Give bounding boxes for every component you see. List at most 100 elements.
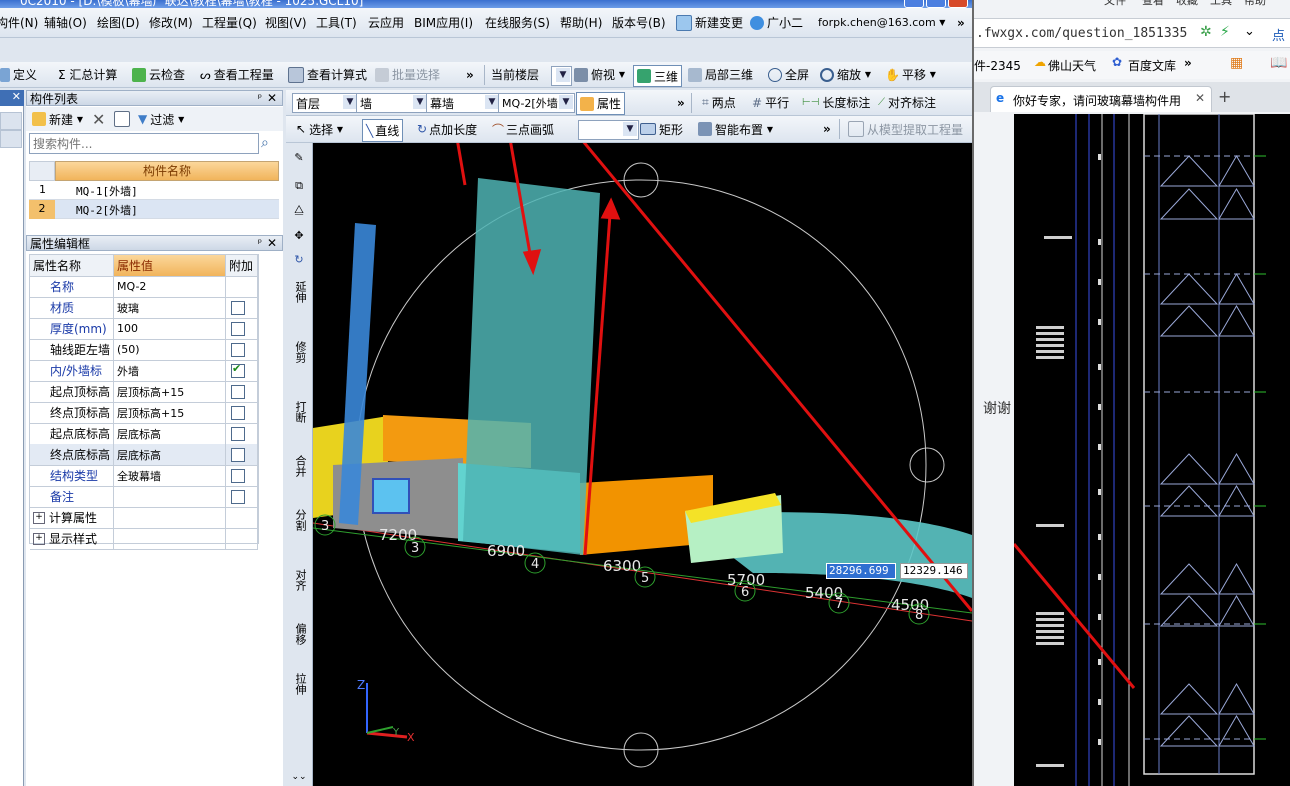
property-row[interactable]: 名称 MQ-2: [30, 276, 258, 298]
browser-menu-view[interactable]: 查看: [1142, 0, 1164, 8]
length-dim-button[interactable]: ⊢⊣ 长度标注: [802, 90, 870, 115]
browser-menu-help[interactable]: 帮助: [1244, 0, 1266, 8]
tool-0[interactable]: 延伸: [293, 281, 307, 303]
property-value[interactable]: [114, 486, 226, 507]
3d-viewport[interactable]: 7200 6900 6300 5700 5400 4500 3 4 5 6 7 8 3 Z X Y 28…: [313, 143, 972, 786]
menu-online[interactable]: 在线服务(S): [485, 8, 550, 37]
floor-select[interactable]: 首层 ▼: [292, 93, 359, 113]
three-d-button[interactable]: 三维: [633, 65, 683, 87]
top-view-button[interactable]: 俯视 ▼: [574, 62, 625, 87]
define-button[interactable]: 定义: [0, 62, 37, 87]
extra-checkbox[interactable]: [231, 489, 245, 504]
cloud-check-button[interactable]: 云检查: [132, 62, 185, 87]
tool-6[interactable]: 偏移: [293, 623, 307, 645]
property-value[interactable]: 层底标高: [114, 423, 226, 444]
smart-place-button[interactable]: 智能布置 ▼: [698, 116, 773, 142]
menu-modify[interactable]: 修改(M): [149, 8, 193, 37]
bookmark-library[interactable]: 百度文库: [1128, 57, 1176, 74]
book-icon[interactable]: 📖: [1270, 55, 1287, 71]
tool-3[interactable]: 合并: [293, 455, 307, 477]
bookmarks-more[interactable]: »: [1184, 56, 1192, 70]
property-value[interactable]: MQ-2: [114, 276, 226, 297]
coord-y-readout[interactable]: 12329.146: [900, 563, 968, 579]
bolt-icon[interactable]: ⚡: [1220, 24, 1230, 40]
bookmark-weather[interactable]: 佛山天气: [1048, 57, 1096, 74]
property-value[interactable]: [114, 507, 226, 528]
property-row[interactable]: 备注: [30, 486, 258, 508]
close-window-button[interactable]: [948, 0, 968, 8]
menu-more-button[interactable]: »: [957, 8, 965, 37]
menu-version[interactable]: 版本号(B): [612, 8, 666, 37]
pan-button[interactable]: ✋ 平移 ▼: [885, 62, 936, 87]
extract-quantity-button[interactable]: 从模型提取工程量: [848, 116, 963, 142]
new-tab-button[interactable]: +: [1218, 87, 1231, 106]
partial-3d-button[interactable]: 局部三维: [688, 62, 753, 87]
dropdown-chevron-icon[interactable]: ⌄: [1244, 24, 1255, 39]
delete-icon[interactable]: ✕: [92, 107, 105, 131]
current-floor-select[interactable]: ▼: [551, 66, 572, 86]
copy-tool-icon[interactable]: ⧉: [290, 179, 308, 192]
filter-button[interactable]: ▼ 过滤 ▼: [138, 107, 184, 131]
arc-mode-select[interactable]: ▼: [578, 120, 639, 140]
extra-checkbox[interactable]: [231, 342, 245, 357]
rotate-icon[interactable]: ↻: [290, 253, 308, 266]
view-quantity-button[interactable]: ᔕ 查看工程量: [200, 62, 274, 87]
property-value[interactable]: 100: [114, 318, 226, 339]
menu-view[interactable]: 视图(V): [265, 8, 307, 37]
property-row[interactable]: 内/外墙标 外墙: [30, 360, 258, 382]
zoom-button[interactable]: 缩放 ▼: [820, 62, 871, 87]
menu-component[interactable]: 构件(N): [0, 8, 38, 37]
tool-2[interactable]: 打断: [293, 401, 307, 423]
property-row[interactable]: 材质 玻璃: [30, 297, 258, 319]
apps-icon[interactable]: ▦: [1230, 55, 1243, 71]
type-select[interactable]: 幕墙 ▼: [426, 93, 501, 113]
property-row[interactable]: 起点底标高 层底标高: [30, 423, 258, 445]
tool-4[interactable]: 分割: [293, 509, 307, 531]
extra-checkbox[interactable]: [231, 405, 245, 420]
arc3-button[interactable]: ⌒ 三点画弧: [492, 116, 554, 142]
reload-icon[interactable]: ✲: [1200, 24, 1212, 40]
summary-button[interactable]: Σ 汇总计算: [58, 62, 117, 87]
tool-1[interactable]: 修剪: [293, 341, 307, 363]
table-row[interactable]: 1 MQ-1[外墙]: [29, 181, 279, 200]
guang-xiao-er-button[interactable]: 广小二: [750, 8, 803, 37]
property-row[interactable]: 厚度(mm) 100: [30, 318, 258, 340]
property-value[interactable]: 层底标高: [114, 444, 226, 465]
component-select[interactable]: MQ-2[外墙 ▼: [498, 93, 575, 113]
table-row[interactable]: 2 MQ-2[外墙]: [29, 200, 279, 219]
pin-icon[interactable]: ᵖ: [258, 93, 262, 104]
menu-cloud[interactable]: 云应用: [368, 8, 404, 37]
property-value[interactable]: 外墙: [114, 360, 226, 381]
bookmark-software[interactable]: 件-2345: [974, 57, 1021, 74]
coord-x-readout[interactable]: 28296.699: [826, 563, 896, 579]
property-row[interactable]: + 显示样式: [30, 528, 258, 550]
toolbar3-more-button[interactable]: »: [823, 116, 831, 142]
minimize-button[interactable]: [904, 0, 924, 8]
property-row[interactable]: 轴线距左墙 (50): [30, 339, 258, 361]
new-component-button[interactable]: 新建 ▼: [32, 107, 83, 131]
close-icon[interactable]: ✕: [267, 236, 277, 250]
account-dropdown[interactable]: forpk.chen@163.com ▼: [818, 8, 945, 37]
extra-checkbox[interactable]: [231, 384, 245, 399]
mirror-icon[interactable]: ⧋: [290, 203, 308, 216]
properties-button[interactable]: 属性: [576, 92, 626, 115]
expand-icon[interactable]: +: [33, 532, 45, 545]
rect-button[interactable]: 矩形: [640, 116, 683, 142]
extra-checkbox[interactable]: [231, 300, 245, 315]
batch-select-button[interactable]: 批量选择: [375, 62, 440, 87]
edit-icon[interactable]: ✎: [290, 151, 308, 164]
property-row[interactable]: 结构类型 全玻幕墙: [30, 465, 258, 487]
tab-close-icon[interactable]: ✕: [1195, 91, 1205, 105]
menu-quantity[interactable]: 工程量(Q): [202, 8, 257, 37]
extra-checkbox[interactable]: [231, 468, 245, 483]
two-point-button[interactable]: ⌗ 两点: [702, 90, 736, 115]
scroll-down-icon[interactable]: ⌄⌄: [290, 771, 308, 784]
property-value[interactable]: 玻璃: [114, 297, 226, 318]
maximize-button[interactable]: [926, 0, 946, 8]
extra-checkbox[interactable]: [231, 447, 245, 462]
menu-help[interactable]: 帮助(H): [560, 8, 602, 37]
extra-checkbox[interactable]: [231, 426, 245, 441]
view-formula-button[interactable]: 查看计算式: [288, 62, 367, 87]
menu-draw[interactable]: 绘图(D): [97, 8, 140, 37]
menu-aux-axis[interactable]: 辅轴(O): [44, 8, 87, 37]
